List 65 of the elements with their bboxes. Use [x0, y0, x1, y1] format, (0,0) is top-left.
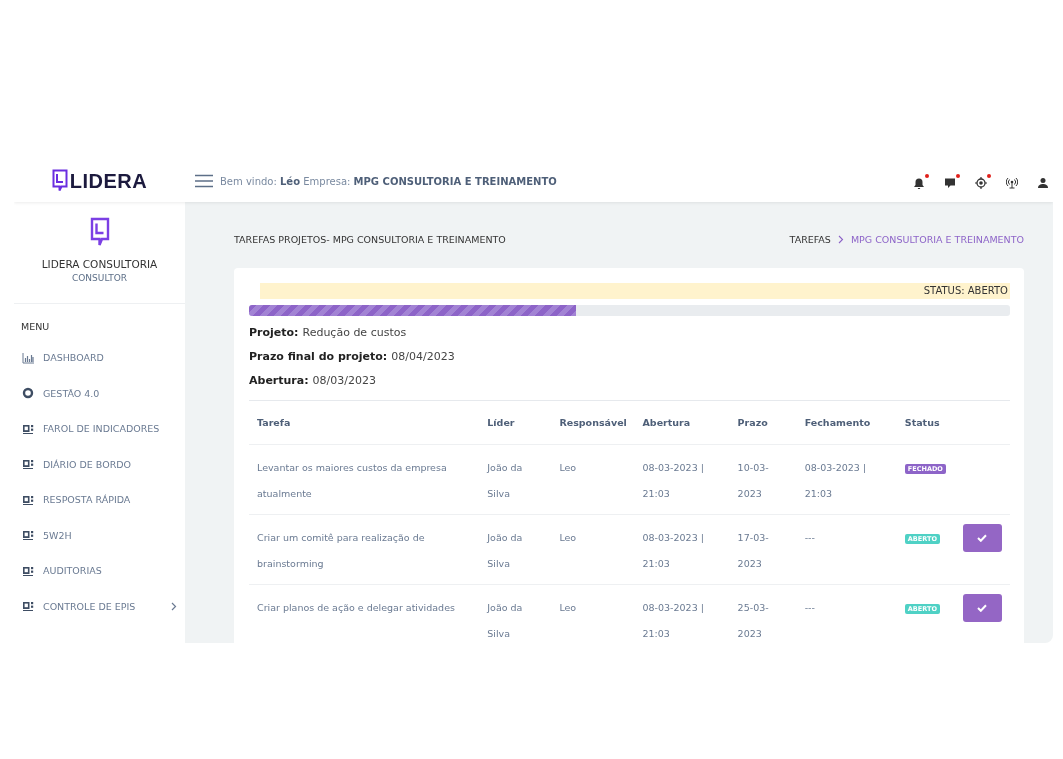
check-icon: [977, 534, 988, 542]
logo: LIDERA: [51, 169, 148, 193]
table-cell: ---: [796, 584, 897, 643]
project-field: Prazo final do projeto: 08/04/2023: [249, 350, 1010, 366]
table-cell: 08-03-2023 | 21:03: [634, 514, 730, 585]
sidebar-item[interactable]: DASHBOARD: [14, 340, 185, 376]
table-cell: 08-03-2023 | 21:03: [634, 584, 730, 643]
menu-icon[interactable]: [195, 174, 213, 188]
status-banner: STATUS: ABERTO: [260, 283, 1010, 299]
widget-icon: [22, 600, 34, 613]
table-cell: Criar planos de ação e delegar atividades: [249, 584, 480, 643]
column-header: Responsável: [551, 401, 635, 445]
widget-icon: [22, 529, 34, 542]
table-cell: 10-03-2023: [729, 444, 797, 515]
profile-role: CONSULTOR: [72, 273, 127, 283]
chart-icon: [22, 351, 34, 364]
breadcrumb-link[interactable]: MPG CONSULTORIA E TREINAMENTO: [850, 234, 1024, 245]
column-header: Status: [896, 401, 955, 445]
chevron-icon: [171, 601, 177, 611]
sidebar-item[interactable]: FAROL DE INDICADORES: [14, 411, 185, 447]
column-header: Tarefa: [249, 401, 480, 445]
table-cell: João da Silva: [479, 584, 552, 643]
widget-icon: [22, 422, 34, 435]
table-cell: João da Silva: [479, 514, 552, 585]
table-cell: Leo: [551, 444, 635, 515]
table-cell: João da Silva: [479, 444, 552, 515]
table-cell: 08-03-2023 | 21:03: [796, 444, 897, 515]
chat-icon[interactable]: [944, 173, 960, 189]
table-cell: Criar um comitê para realização de brainstorming: [249, 514, 480, 585]
profile-name: LIDERA CONSULTORIA: [41, 258, 158, 270]
table-cell: Levantar os maiores custos da empresa atualmente: [249, 444, 480, 515]
table-cell: Leo: [551, 584, 635, 643]
target-icon[interactable]: [975, 173, 991, 189]
table-cell: 25-03-2023: [729, 584, 797, 643]
table-cell: ---: [796, 514, 897, 585]
table-cell: 08-03-2023 | 21:03: [634, 444, 730, 515]
column-header: Prazo: [729, 401, 797, 445]
widget-icon: [22, 493, 34, 506]
sidebar-item[interactable]: DIÁRIO DE BORDO: [14, 446, 185, 482]
sidebar-item[interactable]: 5W2H: [14, 517, 185, 553]
breadcrumb-link[interactable]: TAREFAS: [789, 234, 831, 245]
column-header: Abertura: [634, 401, 730, 445]
check-icon: [977, 604, 988, 612]
confirm-button[interactable]: [962, 524, 1002, 552]
project-field: Projeto: Redução de custos: [249, 326, 1010, 342]
logo-icon: [89, 217, 110, 248]
sidebar-item[interactable]: RESPOSTA RÁPIDA: [14, 482, 185, 518]
confirm-button[interactable]: [962, 594, 1002, 622]
logo-icon: [51, 169, 68, 193]
project-field: Abertura: 08/03/2023: [249, 374, 1010, 390]
table-cell: 17-03-2023: [729, 514, 797, 585]
sidebar-item[interactable]: AUDITORIAS: [14, 553, 185, 589]
menu-heading: MENU: [21, 321, 51, 332]
column-header: Líder: [479, 401, 552, 445]
welcome-text: Bem vindo: Léo Empresa: MPG CONSULTORIA E TREINAMENTO: [220, 175, 557, 187]
column-header: Fechamento: [796, 401, 897, 445]
page-title: TAREFAS PROJETOS- MPG CONSULTORIA E TREINAMENTO: [234, 234, 506, 245]
table-cell: Leo: [551, 514, 635, 585]
circle-icon: [22, 387, 34, 400]
sidebar-item[interactable]: GESTÃO 4.0: [14, 375, 185, 411]
widget-icon: [22, 564, 34, 577]
chevron-icon: [837, 235, 844, 244]
sidebar-item[interactable]: CONTROLE DE EPIS: [14, 588, 185, 624]
bell-icon[interactable]: [913, 173, 929, 189]
widget-icon: [22, 458, 34, 471]
